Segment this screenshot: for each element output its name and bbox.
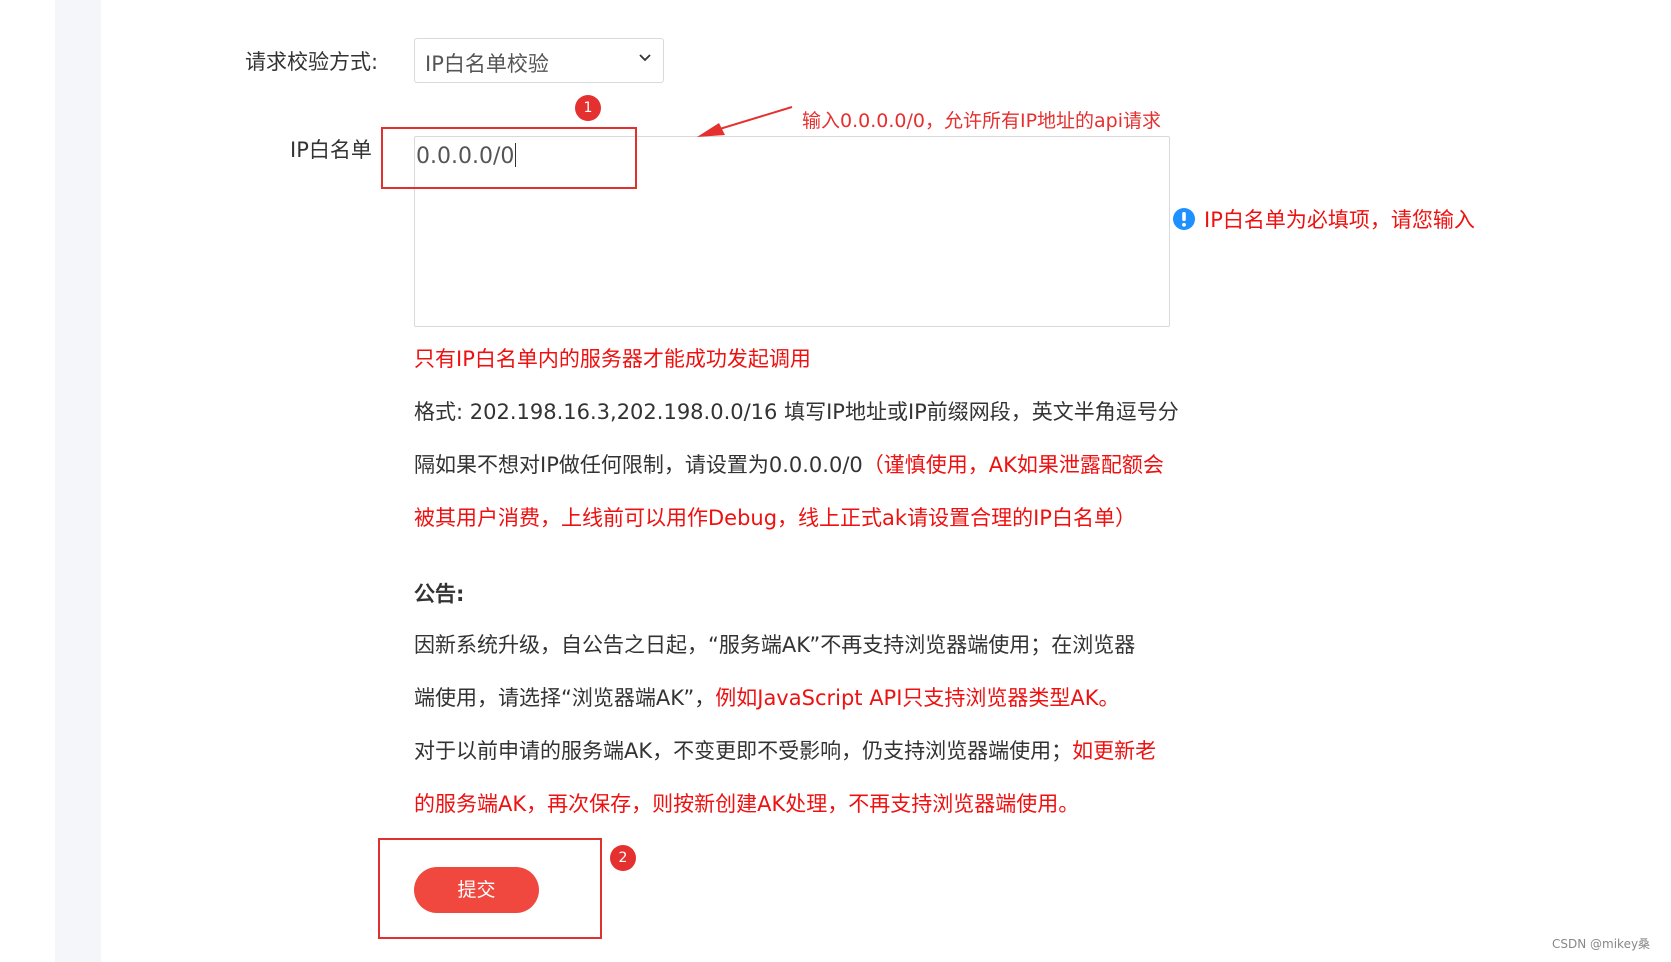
notice-line-3-red: 如更新老 xyxy=(1072,739,1157,763)
notice-line-2-dark: 端使用，请选择“浏览器端AK”， xyxy=(414,686,716,710)
annotation-arrow-icon xyxy=(697,106,793,137)
step-badge-2: 2 xyxy=(610,845,636,871)
highlight-box-ip-input xyxy=(381,127,637,189)
method-select-value: IP白名单校验 xyxy=(425,52,549,76)
notice-line-3: 对于以前申请的服务端AK，不变更即不受影响，仍支持浏览器端使用；如更新老 xyxy=(414,725,1204,778)
chevron-down-icon xyxy=(639,54,651,62)
method-label: 请求校验方式: xyxy=(245,50,379,74)
ip-whitelist-label: IP白名单 xyxy=(290,138,372,162)
help-line-2: 格式: 202.198.16.3,202.198.0.0/16 填写IP地址或I… xyxy=(414,400,1179,424)
help-line-3: 隔如果不想对IP做任何限制，请设置为0.0.0.0/0（谨慎使用，AK如果泄露配… xyxy=(414,439,1204,492)
help-line-4: 被其用户消费，上线前可以用作Debug，线上正式ak请设置合理的IP白名单） xyxy=(414,506,1136,530)
submit-button[interactable]: 提交 xyxy=(414,867,539,913)
watermark: CSDN @mikey桑 xyxy=(1552,937,1651,951)
page-left-margin xyxy=(0,0,55,962)
notice-line-3-dark: 对于以前申请的服务端AK，不变更即不受影响，仍支持浏览器端使用； xyxy=(414,739,1073,763)
step-badge-1: 1 xyxy=(575,95,601,121)
help-line-3-red: （谨慎使用，AK如果泄露配额会 xyxy=(862,453,1164,477)
validation-message: IP白名单为必填项，请您输入 xyxy=(1172,204,1475,234)
annotation-note: 输入0.0.0.0/0，允许所有IP地址的api请求 xyxy=(802,110,1162,132)
notice-line-2-red: 例如JavaScript API只支持浏览器类型AK。 xyxy=(715,686,1120,710)
notice-line-1: 因新系统升级，自公告之日起，“服务端AK”不再支持浏览器端使用；在浏览器 xyxy=(414,633,1136,657)
sidebar-strip xyxy=(55,0,101,962)
method-select[interactable]: IP白名单校验 xyxy=(414,38,664,83)
help-line-3-dark: 隔如果不想对IP做任何限制，请设置为0.0.0.0/0 xyxy=(414,453,863,477)
info-icon xyxy=(1173,208,1195,230)
help-line-1: 只有IP白名单内的服务器才能成功发起调用 xyxy=(414,347,811,371)
notice-line-4: 的服务端AK，再次保存，则按新创建AK处理，不再支持浏览器端使用。 xyxy=(414,792,1080,816)
notice-line-2: 端使用，请选择“浏览器端AK”，例如JavaScript API只支持浏览器类型… xyxy=(414,672,1204,725)
notice-title: 公告: xyxy=(414,582,465,606)
validation-text: IP白名单为必填项，请您输入 xyxy=(1204,208,1475,232)
